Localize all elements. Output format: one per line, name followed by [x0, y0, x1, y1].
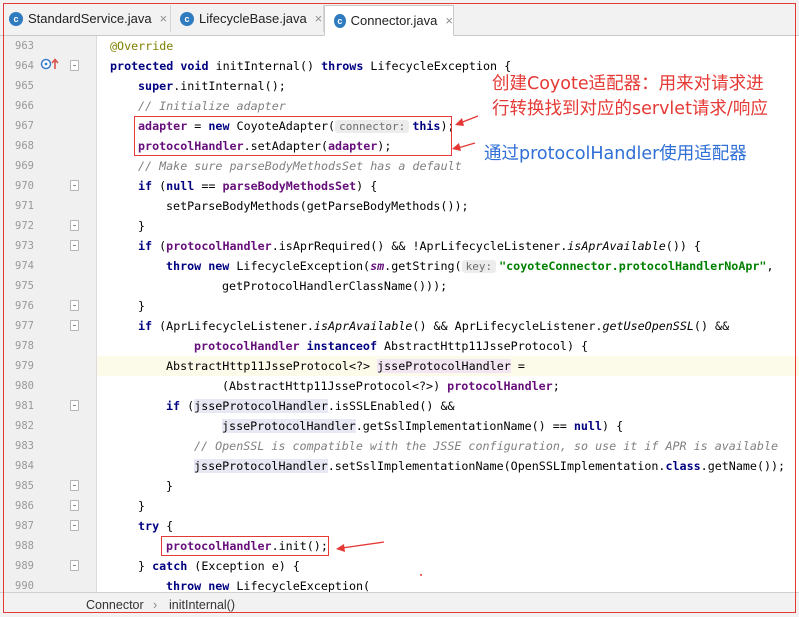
line-number: 965 [15, 80, 34, 92]
fold-marker-icon[interactable] [70, 60, 79, 71]
breadcrumb-item-initinternal[interactable]: initInternal() [169, 598, 235, 612]
fold-marker-icon[interactable] [70, 500, 79, 511]
java-class-icon: c [9, 11, 23, 26]
line-number: 976 [15, 300, 34, 312]
code-line-976: } [138, 299, 146, 313]
line-number: 983 [15, 440, 34, 452]
code-line-980: (AbstractHttp11JsseProtocol<?>) protocol… [222, 379, 560, 393]
tab-label: LifecycleBase.java [199, 11, 307, 26]
line-number: 970 [15, 180, 34, 192]
line-number: 979 [15, 360, 34, 372]
code-line-964: protected void initInternal() throws Lif… [110, 59, 512, 73]
code-line-979: AbstractHttp11JsseProtocol<?> jsseProtoc… [166, 359, 525, 373]
close-icon[interactable]: × [445, 13, 453, 28]
code-line-983: // OpenSSL is compatible with the JSSE c… [194, 439, 779, 453]
editor-tab-bar: c StandardService.java × c LifecycleBase… [0, 0, 799, 36]
callout-adapter-line1: 创建Coyote适配器：用来对请求进 [492, 74, 764, 94]
line-number: 966 [15, 100, 34, 112]
line-number: 988 [15, 540, 34, 552]
code-line-982: jsseProtocolHandler.getSslImplementation… [222, 419, 624, 433]
highlight-box-adapter [134, 116, 452, 156]
tab-connector[interactable]: c Connector.java × [324, 5, 454, 36]
breadcrumb: Connector › initInternal() [0, 592, 799, 617]
fold-marker-icon[interactable] [70, 240, 79, 251]
close-icon[interactable]: × [160, 11, 168, 26]
code-line-987: try { [138, 519, 174, 533]
line-number: 968 [15, 140, 34, 152]
line-number: 989 [15, 560, 34, 572]
code-line-963: @Override [110, 39, 174, 53]
fold-marker-icon[interactable] [70, 220, 79, 231]
code-line-970: if (null == parseBodyMethodsSet) { [138, 179, 378, 193]
code-line-966: // Initialize adapter [138, 99, 286, 113]
code-line-973: if (protocolHandler.isAprRequired() && !… [138, 239, 701, 253]
line-number: 972 [15, 220, 34, 232]
code-line-974: throw new LifecycleException(sm.getStrin… [166, 259, 774, 273]
line-number: 986 [15, 500, 34, 512]
fold-marker-icon[interactable] [70, 300, 79, 311]
line-number: 964 [15, 60, 34, 72]
code-line-975: getProtocolHandlerClassName())); [222, 279, 448, 293]
code-line-986: } [138, 499, 146, 513]
line-number: 967 [15, 120, 34, 132]
line-number: 985 [15, 480, 34, 492]
code-line-965: super.initInternal(); [138, 79, 286, 93]
java-class-icon: c [180, 11, 194, 26]
tab-label: Connector.java [350, 13, 438, 28]
line-number: 974 [15, 260, 34, 272]
close-icon[interactable]: × [315, 11, 323, 26]
breadcrumb-item-connector[interactable]: Connector [86, 598, 144, 612]
line-number: 971 [15, 200, 34, 212]
code-line-981: if (jsseProtocolHandler.isSSLEnabled() &… [166, 399, 455, 413]
line-number: 978 [15, 340, 34, 352]
code-line-984: jsseProtocolHandler.setSslImplementation… [194, 459, 786, 473]
breadcrumb-separator: › [153, 598, 158, 612]
code-line-969: // Make sure parseBodyMethodsSet has a d… [138, 159, 462, 173]
code-line-972: } [138, 219, 146, 233]
java-class-icon: c [334, 13, 346, 28]
fold-marker-icon[interactable] [70, 180, 79, 191]
editor-gutter[interactable]: 963 964 965 966 967 968 969 970 971 972 … [0, 36, 96, 592]
tab-label: StandardService.java [28, 11, 152, 26]
parameter-hint: key: [461, 260, 497, 273]
line-number: 969 [15, 160, 34, 172]
code-line-985: } [166, 479, 174, 493]
callout-protocol-handler: 通过protocolHandler使用适配器 [484, 144, 747, 164]
tab-lifecycle-base[interactable]: c LifecycleBase.java × [171, 5, 324, 32]
line-number: 981 [15, 400, 34, 412]
code-line-977: if (AprLifecycleListener.isAprAvailable(… [138, 319, 730, 333]
fold-marker-icon[interactable] [70, 520, 79, 531]
fold-marker-icon[interactable] [70, 320, 79, 331]
line-number: 987 [15, 520, 34, 532]
line-number: 977 [15, 320, 34, 332]
fold-marker-icon[interactable] [70, 560, 79, 571]
fold-marker-icon[interactable] [70, 400, 79, 411]
line-number: 984 [15, 460, 34, 472]
code-line-978: protocolHandler instanceof AbstractHttp1… [194, 339, 589, 353]
code-line-971: setParseBodyMethods(getParseBodyMethods(… [166, 199, 469, 213]
overrides-method-icon[interactable] [40, 56, 62, 72]
line-number: 963 [15, 40, 34, 52]
highlight-box-init [161, 536, 329, 556]
code-line-990: throw new LifecycleException( [166, 579, 371, 592]
line-number: 982 [15, 420, 34, 432]
line-number: 980 [15, 380, 34, 392]
fold-marker-icon[interactable] [70, 480, 79, 491]
line-number: 975 [15, 280, 34, 292]
code-line-989: } catch (Exception e) { [138, 559, 300, 573]
line-number: 973 [15, 240, 34, 252]
callout-adapter-line2: 行转换找到对应的servlet请求/响应 [492, 99, 768, 119]
tab-standard-service[interactable]: c StandardService.java × [0, 5, 171, 32]
